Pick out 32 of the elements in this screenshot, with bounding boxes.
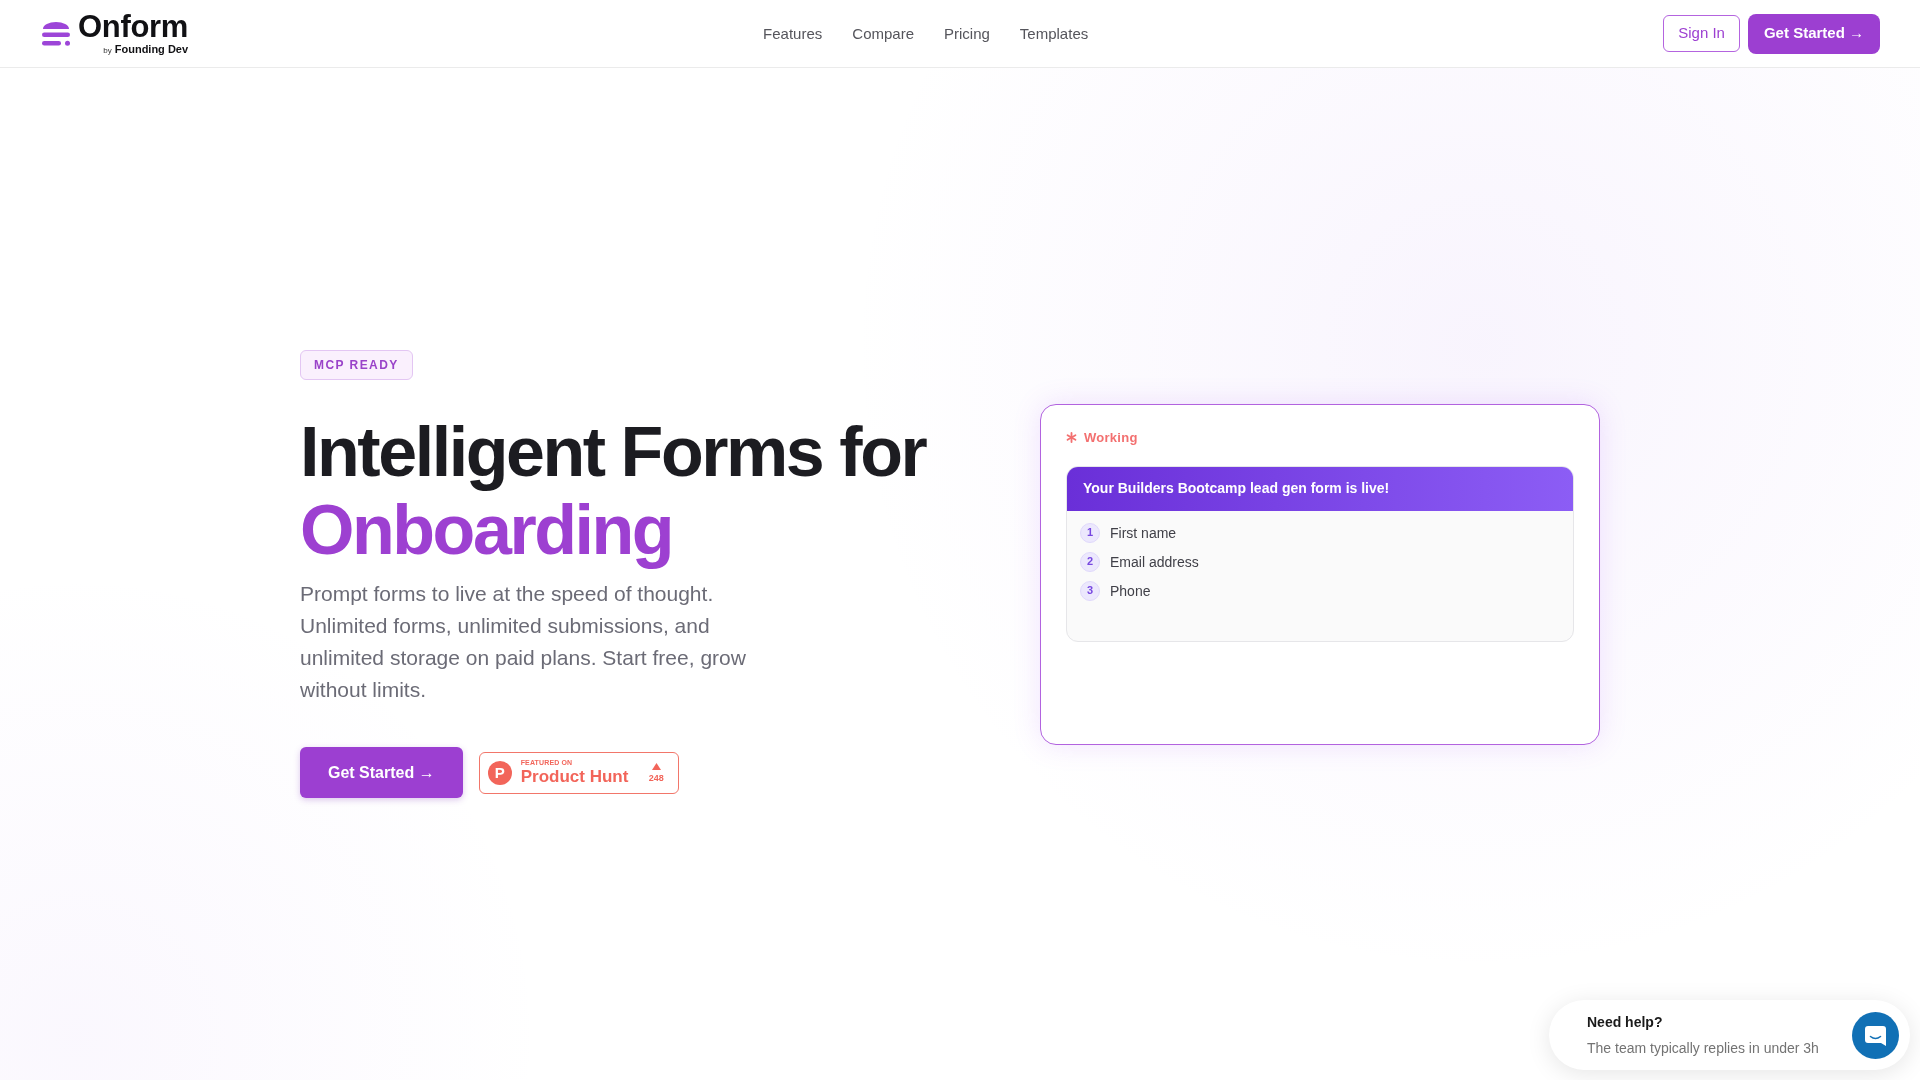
nav-link[interactable]: Features — [763, 23, 823, 44]
get-started-button[interactable]: Get Started → — [1747, 13, 1880, 54]
nav-link[interactable]: Pricing — [944, 23, 990, 44]
triangle-icon — [651, 762, 661, 770]
step-number: 3 — [1080, 580, 1100, 601]
nav-link[interactable]: Compare — [852, 23, 914, 44]
step-number: 2 — [1080, 551, 1100, 572]
chat-icon[interactable] — [1852, 1011, 1899, 1059]
vote-count: 248 — [648, 772, 664, 783]
logo-icon — [42, 21, 70, 46]
field-label: First name — [1110, 523, 1177, 542]
byline-prefix: by — [103, 44, 112, 57]
form-live-banner: Your Builders Bootcamp lead gen form is live! — [1067, 466, 1573, 511]
hero-heading: Intelligent Forms for — [300, 413, 926, 491]
letter-logo: P — [487, 760, 512, 785]
help-widget[interactable]: Need help? The team typically replies in under 3h — [1549, 1000, 1910, 1070]
hero-description: Prompt forms to live at the speed of thought. Unlimited forms, unlimited submissions, and unlimited storage on paid plans. Start free, grow without limits. — [300, 581, 747, 703]
step-number: 1 — [1080, 522, 1100, 543]
help-subtitle: The team typically replies in under 3h — [1587, 1039, 1819, 1057]
byline-text: Founding Dev — [114, 42, 189, 55]
hero-heading-highlight: Onboarding — [300, 491, 674, 569]
mcp-ready-badge: MCP READY — [300, 350, 413, 380]
field-label: Email address — [1110, 552, 1199, 571]
sign-in-button[interactable]: Sign In — [1663, 15, 1740, 52]
status-label: Working — [1084, 429, 1138, 446]
get-started-button[interactable]: Get Started → — [300, 747, 463, 798]
asterisk-icon — [1066, 432, 1077, 443]
product-name: Product Hunt — [520, 767, 629, 786]
nav-link[interactable]: Templates — [1019, 23, 1089, 44]
brand-name[interactable]: Onform — [78, 10, 189, 43]
field-label: Phone — [1110, 581, 1151, 600]
help-title: Need help? — [1587, 1013, 1663, 1031]
